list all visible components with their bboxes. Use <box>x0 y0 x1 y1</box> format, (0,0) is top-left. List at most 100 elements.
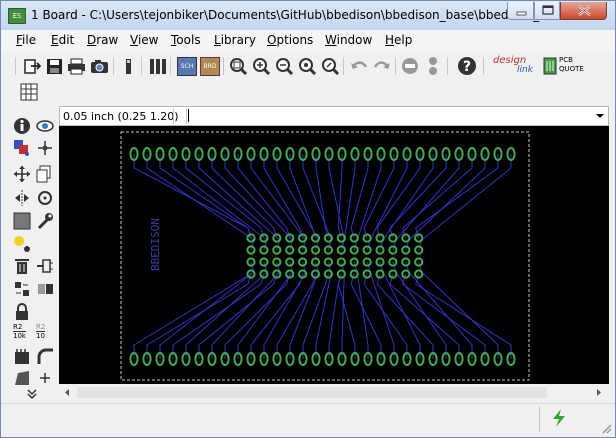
board-button[interactable]: BRD <box>200 57 220 76</box>
grid-icon[interactable] <box>19 82 39 102</box>
menu-view[interactable]: View <box>130 33 158 47</box>
add-part-icon[interactable] <box>36 257 54 275</box>
lock-icon[interactable] <box>13 303 31 321</box>
add-icon[interactable] <box>36 369 54 387</box>
optimize-icon[interactable] <box>13 369 31 387</box>
info-icon[interactable] <box>13 117 31 135</box>
minimize-icon <box>516 11 527 16</box>
grid-pad <box>272 257 282 267</box>
menu-draw[interactable]: Draw <box>87 33 118 47</box>
trace-top <box>415 154 499 239</box>
board-edge <box>120 131 530 381</box>
help-icon[interactable]: ? <box>457 56 477 76</box>
pinswap-icon[interactable] <box>13 280 31 298</box>
minimize-button[interactable] <box>507 2 534 20</box>
status-separator <box>539 406 540 432</box>
lightning-icon[interactable] <box>550 408 568 428</box>
coordinate-readout: 0.05 inch (0.25 1.20) <box>63 110 179 123</box>
layers-icon[interactable] <box>13 139 31 157</box>
smash-icon[interactable] <box>13 235 31 253</box>
scrollbar-track[interactable] <box>77 387 547 398</box>
script-icon[interactable] <box>118 56 138 76</box>
trace-top <box>366 154 408 251</box>
status-divider <box>1 403 615 404</box>
delete-icon[interactable] <box>13 257 31 275</box>
open-icon[interactable] <box>22 56 42 76</box>
menu-tools[interactable]: Tools <box>171 33 201 47</box>
close-button[interactable] <box>560 2 607 20</box>
name-tool[interactable]: R2 10 <box>36 323 56 341</box>
scroll-left-icon[interactable] <box>63 388 71 397</box>
board-outline <box>120 131 530 381</box>
stop-icon[interactable] <box>400 56 420 76</box>
menu-file[interactable]: File <box>16 33 36 47</box>
split-icon[interactable] <box>13 347 31 365</box>
show-icon[interactable] <box>36 117 54 135</box>
mark-icon[interactable] <box>36 139 54 157</box>
trace-top <box>315 154 329 239</box>
trace-bottom <box>402 273 486 359</box>
scroll-right-icon[interactable] <box>595 388 603 397</box>
pcb-quote-icon <box>543 57 557 75</box>
zoom-out-icon[interactable] <box>274 56 294 76</box>
wrench-icon[interactable] <box>36 212 54 230</box>
horizontal-scrollbar[interactable] <box>59 384 609 401</box>
restore-icon <box>542 5 554 15</box>
resize-grip-icon[interactable] <box>601 423 613 435</box>
trace-bottom <box>363 273 408 359</box>
trace-top <box>159 154 252 239</box>
eagle-window: ES 1 Board - C:\Users\tejonbiker\Documen… <box>0 0 616 438</box>
zoom-select-icon[interactable] <box>320 56 340 76</box>
design-link-line2: link <box>517 65 533 75</box>
redraw-icon[interactable] <box>297 56 317 76</box>
replace-icon[interactable] <box>36 280 54 298</box>
mirror-icon[interactable] <box>13 189 31 207</box>
pcb-quote-button[interactable]: PCB QUOTE <box>543 55 584 77</box>
move-icon[interactable] <box>13 165 31 183</box>
value-tool[interactable]: R2 10k <box>13 323 33 341</box>
command-input[interactable] <box>188 108 588 124</box>
ulp-icon[interactable] <box>147 56 167 76</box>
menu-bar: File Edit Draw View Tools Library Option… <box>1 30 615 52</box>
silkscreen-label: BBEDISON <box>149 218 162 271</box>
value-tool-bottom: 10k <box>13 331 26 340</box>
board-canvas[interactable]: BBEDISON <box>59 126 609 384</box>
zoom-in-icon[interactable] <box>251 56 271 76</box>
grid-pad <box>285 245 295 255</box>
chevron-down-icon[interactable] <box>595 112 605 120</box>
svg-text:?: ? <box>463 59 471 75</box>
miter-icon[interactable] <box>36 347 54 365</box>
trace-bottom <box>133 261 255 359</box>
menu-edit[interactable]: Edit <box>51 33 74 47</box>
save-icon[interactable] <box>44 56 64 76</box>
trace-top <box>224 154 294 251</box>
schematic-button[interactable]: SCH <box>177 57 197 76</box>
zoom-fit-icon[interactable] <box>228 56 248 76</box>
group-icon[interactable] <box>13 212 31 230</box>
board-drawing: BBEDISON <box>120 131 530 381</box>
go-icon[interactable] <box>423 56 443 76</box>
trace-bottom <box>415 273 512 359</box>
redo-icon[interactable] <box>372 56 392 76</box>
design-link-button[interactable]: design link <box>493 54 539 78</box>
trace-bottom <box>389 273 460 359</box>
trace-bottom <box>276 273 316 359</box>
menu-window[interactable]: Window <box>325 33 372 47</box>
print-icon[interactable] <box>66 56 86 76</box>
menu-help[interactable]: Help <box>385 33 412 47</box>
menu-options[interactable]: Options <box>267 33 313 47</box>
copy-icon[interactable] <box>36 165 54 183</box>
command-line-bar: 0.05 inch (0.25 1.20) <box>59 106 609 126</box>
cam-processor-icon[interactable] <box>89 56 109 76</box>
title-bar[interactable]: ES 1 Board - C:\Users\tejonbiker\Documen… <box>1 1 615 30</box>
restore-button[interactable] <box>534 2 560 20</box>
undo-icon[interactable] <box>349 56 369 76</box>
menu-library[interactable]: Library <box>214 33 256 47</box>
expand-more-icon[interactable] <box>25 388 39 400</box>
grid-pad <box>285 257 295 267</box>
eagle-app-icon: ES <box>8 8 26 24</box>
grid-toolbar <box>1 80 615 105</box>
command-toolbar: R2 10k R2 10 <box>9 105 59 405</box>
toolbar-grip <box>15 57 16 75</box>
rotate-icon[interactable] <box>36 189 54 207</box>
